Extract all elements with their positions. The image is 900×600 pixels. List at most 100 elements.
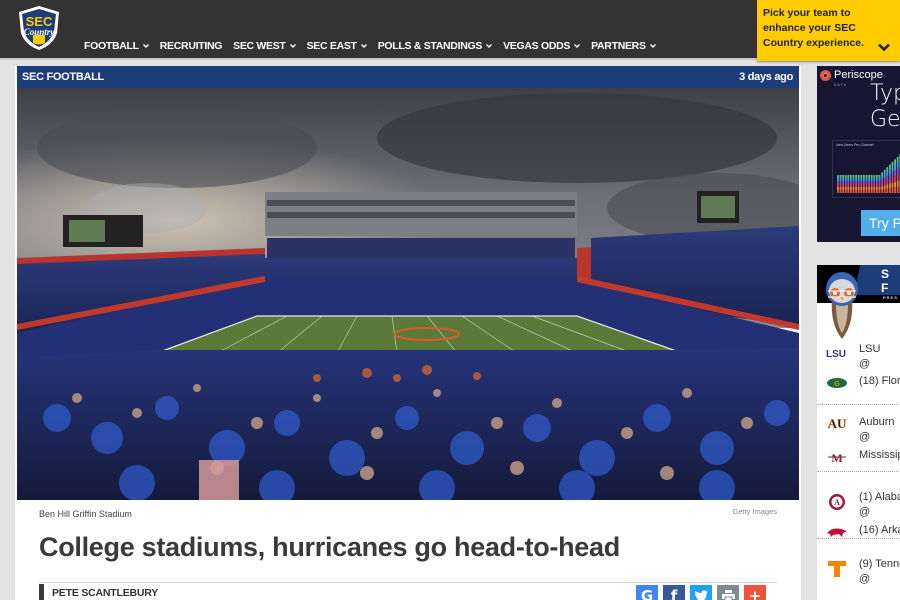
game-item[interactable]: A (1) Alabama @ (16) Arkansas: [817, 473, 900, 539]
chevron-down-icon: [649, 44, 656, 48]
share-buttons: G f +: [636, 585, 766, 600]
ad-chart-bar: [847, 178, 850, 181]
ad-chart-bar: [844, 187, 847, 190]
ad-chart-bar: [852, 184, 855, 187]
ad-chart-bar: [891, 162, 894, 168]
ad-chart-bars: [837, 154, 900, 193]
ad-chart-bar: [876, 187, 878, 190]
main-nav: FOOTBALL RECRUITING SEC WEST SEC EAST PO…: [84, 40, 667, 52]
nav-item-sec-east[interactable]: SEC EAST: [307, 40, 367, 52]
game-item[interactable]: AU Auburn @ M Mississippi State: [817, 406, 900, 472]
ad-chart-bar: [894, 170, 896, 177]
ad-chart-bar: [852, 178, 855, 181]
ad-chart-bar: [891, 177, 894, 183]
nav-item-partners[interactable]: PARTNERS: [591, 40, 656, 52]
game-item[interactable]: (9) Tennessee @: [817, 540, 900, 600]
ad-chart-bar: [850, 175, 852, 178]
ad-chart-bar: [894, 187, 896, 193]
twitter-share-button[interactable]: [690, 585, 712, 600]
ad-chart-bar: [865, 181, 868, 184]
away-team: LSU: [859, 343, 881, 355]
ad-chart-bar: [889, 164, 891, 170]
ad-chart-bar: [878, 190, 881, 193]
ad-chart-bar: [855, 175, 857, 178]
pick-team-dropdown[interactable]: Pick your team to enhance your SEC Count…: [757, 0, 900, 61]
ad-chart-bar: [876, 190, 878, 193]
pick-team-text: Pick your team to enhance your SEC Count…: [763, 7, 864, 49]
ad-chart-bar: [891, 182, 894, 188]
game-item[interactable]: LSU LSU @ G (18) Florida: [817, 303, 900, 405]
ad-chart-bar: [857, 178, 860, 181]
ad-chart-bar: [889, 169, 891, 175]
nav-item-recruiting[interactable]: RECRUITING: [159, 40, 223, 52]
scoreboard-title-line: S: [881, 267, 890, 281]
ad-chart-bar: [868, 187, 870, 190]
ad-chart-bar: [857, 184, 860, 187]
print-button[interactable]: [717, 585, 739, 600]
author-name[interactable]: PETE SCANTLEBURY: [52, 587, 158, 599]
ad-chart-bar: [860, 190, 863, 193]
nav-label: VEGAS ODDS: [503, 40, 571, 52]
mississippi-state-logo-icon: M: [828, 451, 846, 463]
ad-chart-bar: [847, 175, 850, 178]
facebook-share-button[interactable]: f: [663, 585, 685, 600]
nav-item-football[interactable]: FOOTBALL: [84, 40, 149, 52]
ad-chart-bar: [896, 180, 899, 187]
site-header: SEC Country FOOTBALL RECRUITING SEC WEST…: [0, 0, 900, 61]
hero-image-stadium[interactable]: [17, 88, 799, 500]
google-share-button[interactable]: G: [636, 585, 658, 600]
tennessee-logo-icon: [828, 561, 846, 577]
nav-label: RECRUITING: [159, 40, 223, 52]
ad-chart-bar: [868, 190, 870, 193]
ad-chart-bar: [870, 178, 873, 181]
google-icon: G: [640, 587, 654, 600]
away-team: (1) Alabama: [859, 491, 900, 503]
ad-chart-bar: [863, 175, 865, 178]
ad-chart-bar: [881, 189, 883, 193]
article-category-link[interactable]: SEC FOOTBALL: [22, 71, 104, 83]
ad-chart-bar: [870, 175, 873, 178]
ad-chart-bar: [873, 181, 876, 184]
ad-chart-bar: [894, 176, 896, 182]
ad-chart-bar: [837, 187, 839, 190]
nav-item-polls-standings[interactable]: POLLS & STANDINGS: [378, 40, 493, 52]
ad-chart-bar: [868, 184, 870, 187]
ad-chart-bar: [855, 181, 857, 184]
ad-chart-bar: [878, 175, 881, 178]
ad-chart-bar: [873, 187, 876, 190]
ad-chart-bar: [865, 178, 868, 181]
ad-chart-bar: [883, 189, 886, 193]
nav-item-vegas-odds[interactable]: VEGAS ODDS: [503, 40, 581, 52]
ad-chart-title: New Users Per Channel: [836, 143, 874, 147]
ad-chart-bar: [857, 175, 860, 178]
ad-chart-bar: [876, 181, 878, 184]
ad-chart-bar: [842, 187, 844, 190]
ad-chart-bar: [886, 167, 889, 172]
more-share-button[interactable]: +: [744, 585, 766, 600]
ad-chart-bar: [842, 175, 844, 178]
alabama-logo-icon: A: [829, 494, 845, 510]
ad-chart-bar: [873, 175, 876, 178]
periscope-logo-icon: [820, 69, 831, 81]
ad-chart-bar: [847, 184, 850, 187]
ad-chart-bar: [844, 190, 847, 193]
ad-chart-bar: [850, 190, 852, 193]
periscope-ad[interactable]: Periscope DATA Typ Get New Users Per Cha…: [817, 66, 900, 242]
nav-item-sec-west[interactable]: SEC WEST: [233, 40, 296, 52]
scoreboard-title-line: F: [881, 281, 889, 295]
chevron-down-icon: [360, 44, 367, 48]
divider: [39, 582, 777, 583]
ad-chart-bar: [896, 162, 899, 169]
svg-text:G: G: [834, 381, 840, 388]
print-icon: [721, 590, 735, 600]
ad-brand: Periscope: [834, 69, 883, 81]
sec-country-logo[interactable]: SEC Country: [17, 5, 61, 51]
at-symbol: @: [859, 431, 871, 443]
home-team: (18) Florida: [859, 375, 900, 387]
ad-chart-bar: [868, 175, 870, 178]
ad-cta-button[interactable]: Try P: [861, 210, 900, 236]
at-symbol: @: [859, 358, 871, 370]
ad-chart-bar: [883, 169, 886, 174]
nav-label: SEC WEST: [233, 40, 286, 52]
ad-chart-bar: [837, 190, 839, 193]
